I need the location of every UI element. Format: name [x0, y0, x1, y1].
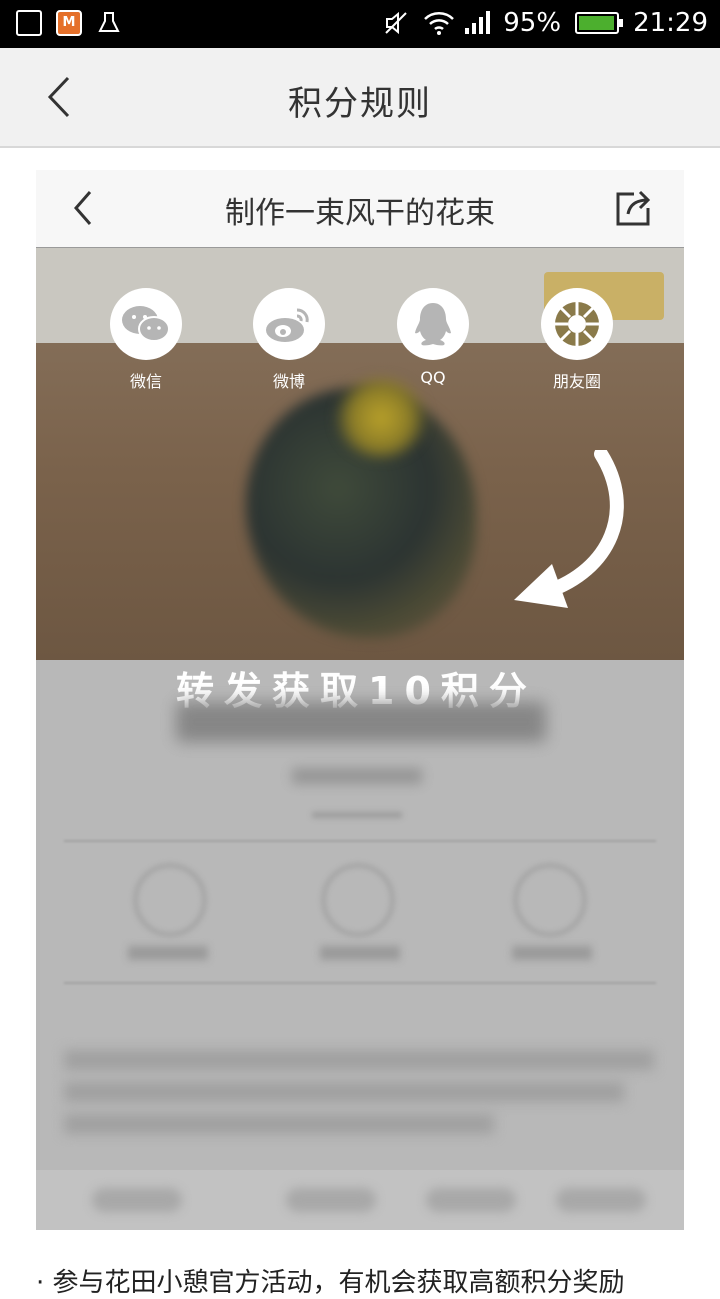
blurred-bottom-bar [36, 1170, 684, 1230]
gallery-icon [16, 10, 42, 36]
rule-text: · 参与花田小憩官方活动，有机会获取高额积分奖励 [36, 1268, 625, 1298]
share-icon [616, 190, 651, 226]
blurred-paragraph-line [64, 1050, 654, 1070]
mute-icon [383, 10, 409, 36]
share-qq: QQ [383, 288, 483, 387]
share-label: 微信 [129, 372, 162, 391]
clock: 21:29 [633, 8, 708, 38]
qq-icon [415, 303, 451, 346]
blurred-icon [514, 864, 586, 936]
cleaner-icon [96, 10, 122, 36]
blurred-article-subtitle [292, 768, 422, 784]
share-label: QQ [420, 368, 446, 387]
weibo-icon [266, 308, 309, 342]
blurred-paragraph-line [64, 1114, 494, 1134]
blurred-article-title [176, 702, 546, 742]
signal-icon [463, 10, 491, 36]
share-wechat: 微信 [96, 288, 196, 392]
status-bar: M 95% 21:29 [0, 0, 720, 48]
app-header: 积分规则 [0, 48, 720, 148]
share-label: 微博 [272, 372, 305, 391]
share-moments: 朋友圈 [527, 288, 627, 392]
blurred-icon [134, 864, 206, 936]
wechat-icon [122, 306, 170, 342]
blurred-divider [312, 812, 402, 818]
page-title: 积分规则 [288, 84, 432, 124]
battery-icon [575, 12, 624, 34]
moments-icon [555, 302, 599, 346]
wifi-icon [423, 10, 455, 36]
divider [64, 982, 656, 984]
battery-percent: 95% [503, 8, 562, 38]
app-notification-icon: M [56, 10, 82, 36]
blurred-caption [512, 946, 592, 960]
curved-arrow-icon [514, 450, 624, 608]
illustration-title: 制作一束风干的花束 [225, 196, 495, 231]
blurred-caption [128, 946, 208, 960]
rule-illustration: 制作一束风干的花束 微信 微博 QQ 朋友圈 转发获取10积分 [36, 170, 684, 1230]
share-targets: 微信 微博 QQ 朋友圈 [36, 288, 684, 398]
blurred-paragraph-line [64, 1082, 624, 1102]
share-label: 朋友圈 [552, 372, 601, 391]
blurred-icon [322, 864, 394, 936]
share-weibo: 微博 [239, 288, 339, 392]
divider [64, 840, 656, 842]
illustration-header: 制作一束风干的花束 [36, 170, 684, 248]
blurred-caption [320, 946, 400, 960]
